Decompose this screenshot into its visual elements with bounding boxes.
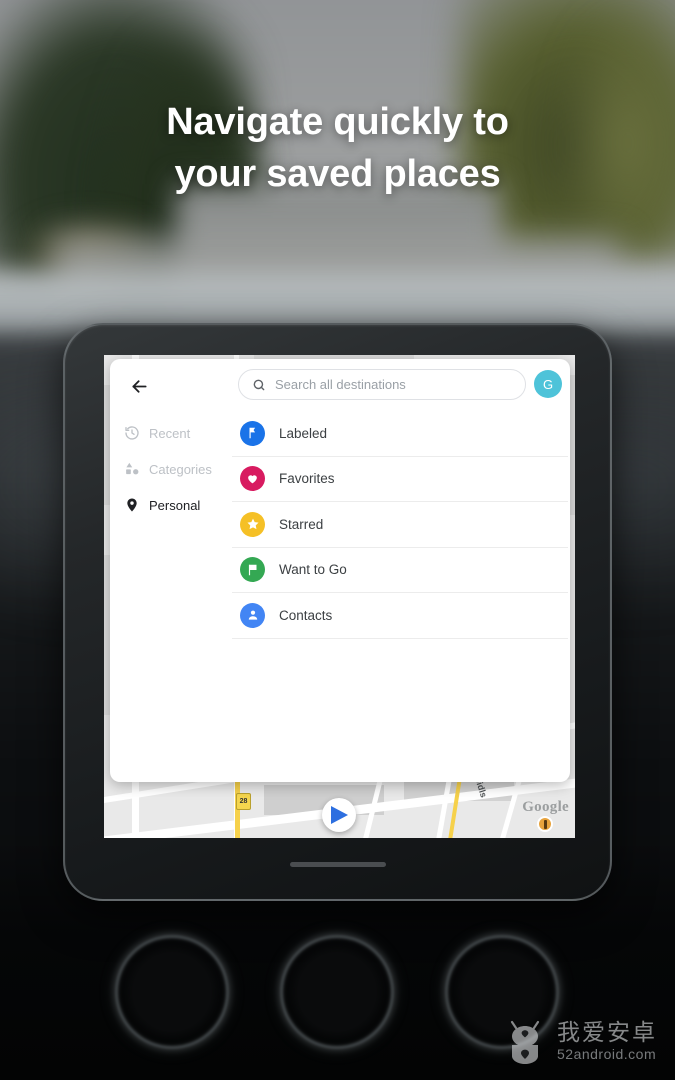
panel-body: Recent Categories Personal Labeled Favor… — [110, 411, 570, 782]
headline-line-1: Navigate quickly to — [166, 101, 509, 143]
site-watermark: 我爱安卓 52android.com — [503, 1016, 657, 1066]
search-icon — [253, 379, 265, 390]
home-indicator — [289, 862, 386, 867]
avatar[interactable]: G — [534, 370, 562, 398]
person-glyph — [248, 610, 257, 620]
dashboard-knob — [118, 938, 226, 1046]
list-item-want-to-go[interactable]: Want to Go — [232, 548, 568, 593]
page-headline: Navigate quickly to your saved places — [0, 96, 675, 201]
search-placeholder: Search all destinations — [275, 377, 406, 392]
person-icon — [240, 602, 265, 628]
watermark-cn-text: 我爱安卓 — [557, 1018, 657, 1045]
list-item-label: Contacts — [279, 607, 333, 623]
saved-places-panel: Search all destinations G Recent Categor… — [110, 359, 570, 782]
label-flag-icon — [240, 420, 265, 446]
list-item-label: Want to Go — [279, 562, 347, 578]
place-pin-icon — [127, 498, 137, 512]
map-poi-marker[interactable] — [537, 816, 553, 832]
car-head-unit-device: straße Seidls 28 Erika-Mann-Straße Googl… — [63, 323, 612, 901]
label-flag-glyph — [249, 428, 255, 439]
arrow-left-icon — [131, 379, 147, 393]
list-item-label: Labeled — [279, 425, 328, 441]
heart-glyph — [248, 475, 257, 484]
search-input[interactable]: Search all destinations — [238, 369, 526, 400]
sidebar-item-label: Recent — [149, 425, 191, 441]
side-nav: Recent Categories Personal — [110, 411, 232, 782]
sidebar-item-personal[interactable]: Personal — [110, 487, 232, 523]
panel-top-bar: Search all destinations G — [110, 359, 570, 411]
navigation-arrow-glyph — [331, 806, 348, 824]
headline-line-2: your saved places — [174, 153, 501, 196]
watermark-text: 我爱安卓 52android.com — [557, 1018, 657, 1063]
heart-icon — [240, 466, 265, 492]
list-item-label: Favorites — [279, 471, 335, 487]
google-attribution: Google — [522, 799, 569, 815]
sidebar-item-label: Personal — [149, 497, 201, 513]
star-icon — [240, 511, 265, 537]
flag-glyph — [248, 564, 256, 575]
flag-icon — [240, 557, 265, 583]
list-item-contacts[interactable]: Contacts — [232, 593, 568, 639]
map-poi-figure — [544, 820, 547, 829]
list-item-label: Starred — [279, 516, 324, 532]
back-button[interactable] — [124, 371, 154, 401]
history-icon — [125, 426, 139, 440]
list-item-starred[interactable]: Starred — [232, 502, 568, 548]
watermark-url-text: 52android.com — [557, 1046, 657, 1063]
android-heart-robot-icon — [510, 1020, 540, 1064]
categories-icon — [126, 462, 139, 475]
dashboard-knob — [283, 938, 391, 1046]
navigation-arrow-icon[interactable] — [322, 798, 356, 832]
sidebar-item-recent[interactable]: Recent — [110, 415, 232, 451]
list-item-labeled[interactable]: Labeled — [232, 411, 568, 457]
sidebar-item-label: Categories — [149, 461, 212, 477]
saved-places-list: Labeled Favorites Starred Want to Go Con… — [232, 411, 570, 782]
highway-badge: 28 — [236, 793, 251, 810]
star-glyph — [246, 518, 259, 530]
device-screen: straße Seidls 28 Erika-Mann-Straße Googl… — [104, 355, 575, 838]
list-item-favorites[interactable]: Favorites — [232, 457, 568, 502]
sidebar-item-categories[interactable]: Categories — [110, 451, 232, 487]
